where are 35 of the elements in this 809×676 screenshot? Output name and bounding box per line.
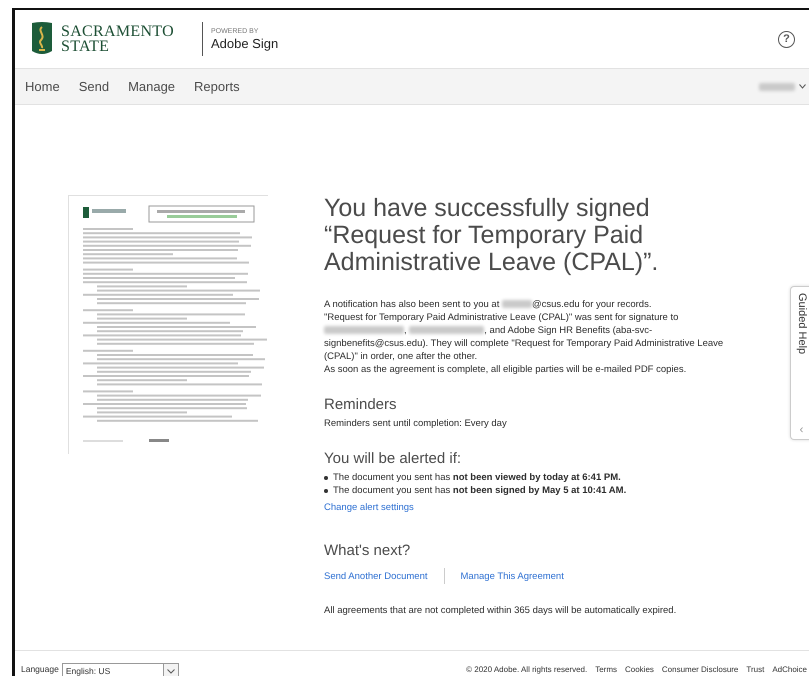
caret-icon[interactable]	[799, 84, 806, 89]
chevron-down-icon	[166, 669, 175, 674]
alert-condition: The document you sent has not been viewed by today at 6:41 PM.	[333, 471, 621, 484]
completion-text: As soon as the agreement is complete, all eligible parties will be e-mailed PDF copies.	[324, 363, 688, 376]
expiry-note: All agreements that are not completed within 365 days will be automatically expired.	[324, 604, 678, 617]
footer-link[interactable]: Terms	[595, 664, 617, 676]
notification-text: A notification has also been sent to you at @csus.edu for your records.	[324, 298, 652, 311]
bullet-icon	[324, 476, 328, 480]
footer-link[interactable]: Cookies	[625, 664, 654, 676]
change-alert-settings-link[interactable]: Change alert settings	[324, 502, 414, 513]
language-select[interactable]: English: US	[62, 663, 179, 676]
guided-help-tab[interactable]: Guided Help ‹	[790, 286, 809, 440]
section-heading: You will be alerted if:	[324, 450, 462, 468]
section-heading: Reminders	[324, 396, 398, 414]
footer-link[interactable]: AdChoice	[772, 664, 807, 676]
reminders-text: Reminders sent until completion: Every day	[324, 417, 508, 430]
footer-link[interactable]: Consumer Disclosure	[662, 664, 738, 676]
logo-wordmark: SACRAMENTO STATE	[61, 24, 174, 54]
action-link[interactable]: Manage This Agreement	[460, 570, 564, 582]
confirmation-title: You have successfully signed “Request for Temporary Paid Administrative Leave (CPAL)”.	[324, 195, 660, 276]
footer-link[interactable]: Trust	[746, 664, 764, 676]
section-heading: What's next?	[324, 542, 412, 560]
copyright-text: © 2020 Adobe. All rights reserved.	[466, 664, 588, 676]
nav-link[interactable]: Home	[25, 76, 60, 96]
nav-link[interactable]: Reports	[194, 76, 240, 96]
alert-condition: The document you sent has not been signed by May 5 at 10:41 AM.	[333, 484, 626, 497]
bullet-icon	[324, 489, 328, 493]
action-link[interactable]: Send Another Document	[324, 570, 428, 582]
recipients-text: "Request for Temporary Paid Administrative Leave (CPAL)" was sent for signature to , , and Adobe Sign HR Benefits (aba-svc-signbenefits@csus.edu). They will complete "Request for Temporary Paid Administrative Leave (CPAL)" in order, one after the other.	[324, 311, 724, 363]
nav-link[interactable]: Send	[78, 76, 110, 96]
seal-logo-icon	[31, 21, 53, 57]
product-name: Adobe Sign	[210, 36, 278, 51]
help-icon[interactable]: ?	[778, 30, 795, 48]
language-label: Language	[21, 663, 59, 676]
nav-link[interactable]: Manage	[128, 76, 176, 96]
